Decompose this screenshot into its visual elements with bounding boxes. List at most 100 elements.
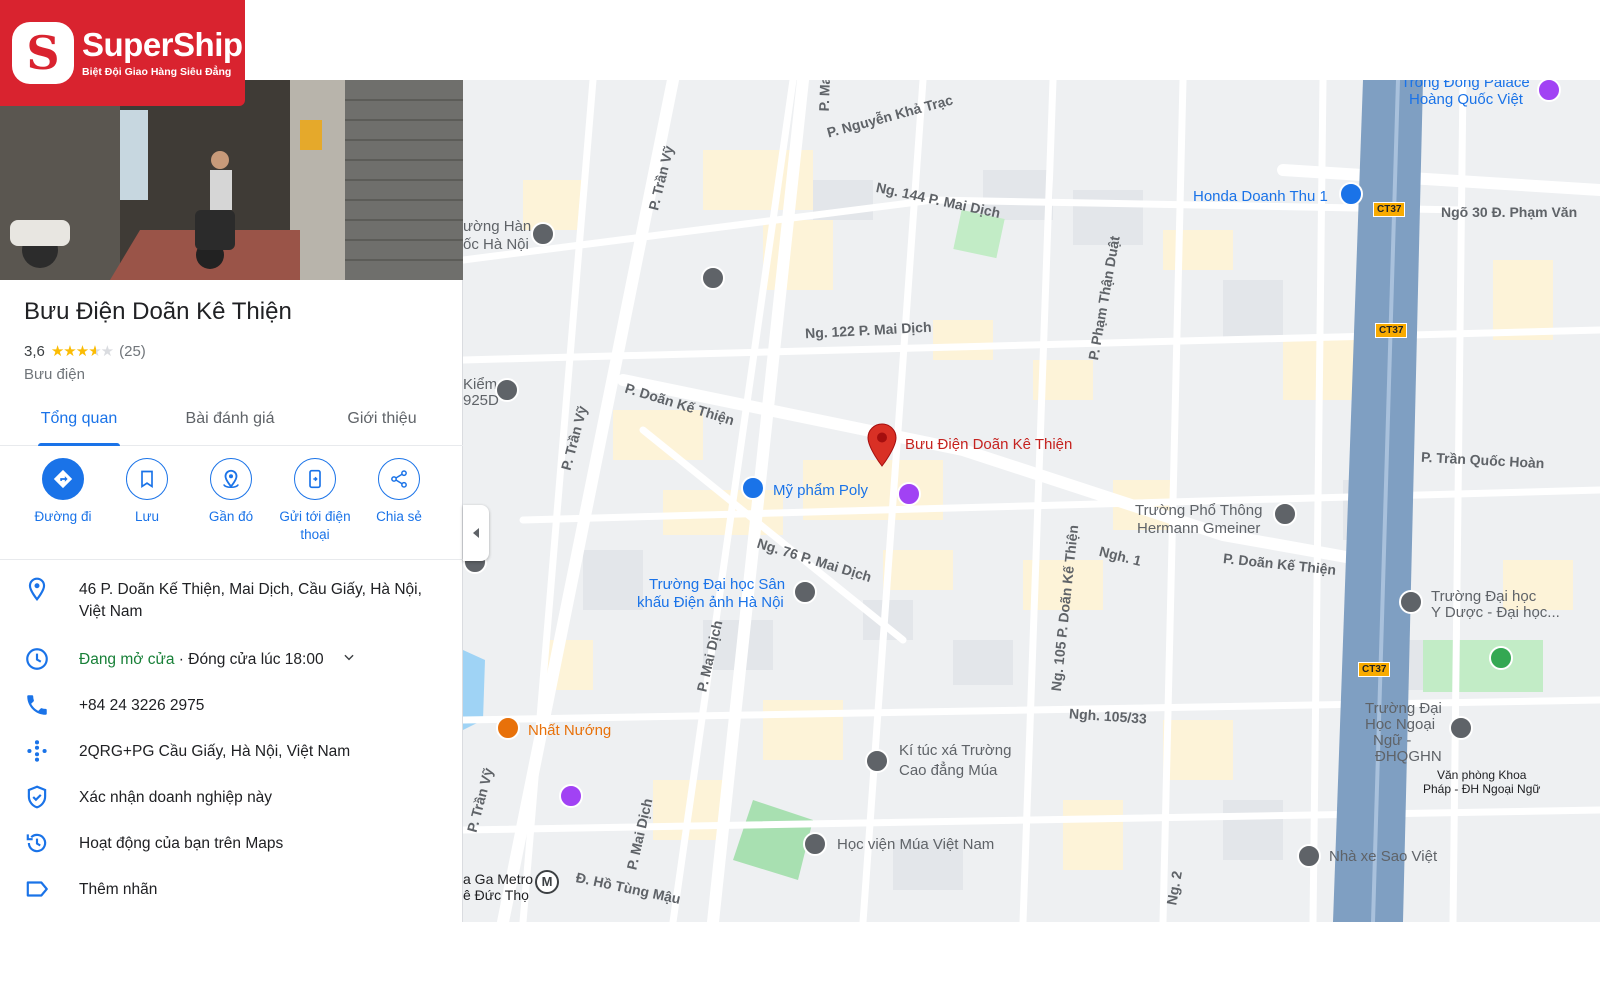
rating-row[interactable]: 3,6 ★★★★★ (25) <box>24 342 146 361</box>
metro-station-icon[interactable]: M <box>535 870 559 894</box>
save-button[interactable]: Lưu <box>105 458 189 526</box>
poi-label[interactable]: ường Hàn <box>463 218 531 236</box>
school-icon[interactable] <box>793 580 817 604</box>
claim-business-text: Xác nhận doanh nghiệp này <box>79 789 273 806</box>
poi-label[interactable]: Học viện Múa Việt Nam <box>837 836 994 854</box>
highway-shield: CT37 <box>1373 202 1406 217</box>
label-icon <box>26 881 48 897</box>
beauty-icon[interactable] <box>897 482 921 506</box>
school-icon[interactable] <box>1449 716 1473 740</box>
address-row[interactable]: 46 P. Doãn Kế Thiện, Mai Dịch, Cầu Giấy,… <box>0 576 463 628</box>
phone-row[interactable]: +84 24 3226 2975 <box>0 692 463 722</box>
tab-overview[interactable]: Tổng quan <box>38 400 120 446</box>
place-title: Bưu Điện Doãn Kê Thiện <box>24 298 292 325</box>
nearby-icon <box>210 458 252 500</box>
close-time: · Đóng cửa lúc 18:00 <box>174 651 324 669</box>
selected-place-pin-icon[interactable] <box>867 423 897 467</box>
service-icon[interactable] <box>495 378 519 402</box>
send-to-phone-button[interactable]: Gửi tới điện thoại <box>273 458 357 544</box>
share-icon <box>378 458 420 500</box>
open-status: Đang mở cửa <box>79 651 175 669</box>
add-label-row[interactable]: Thêm nhãn <box>0 876 463 906</box>
poi-label[interactable]: Cao đẳng Múa <box>899 762 997 780</box>
shopping-bag-icon[interactable] <box>741 476 765 500</box>
chevron-down-icon[interactable] <box>342 649 356 671</box>
shopping-bag-icon[interactable] <box>1339 182 1363 206</box>
history-icon <box>26 833 47 853</box>
selected-place-label[interactable]: Bưu Điện Doãn Kê Thiện <box>905 436 1072 454</box>
claim-business-row[interactable]: Xác nhận doanh nghiệp này <box>0 784 463 814</box>
poi-label[interactable]: Y Dược - Đại học... <box>1431 604 1560 622</box>
poi-label[interactable]: ĐHQGHN <box>1375 748 1442 766</box>
plus-code-text: 2QRG+PG Cầu Giấy, Hà Nội, Việt Nam <box>79 743 351 760</box>
poi-label[interactable]: Mỹ phẩm Poly <box>773 482 868 500</box>
place-panel: Bưu Điện Doãn Kê Thiện 3,6 ★★★★★ (25) Bư… <box>0 80 463 922</box>
poi-label[interactable]: 925D <box>463 392 499 410</box>
school-icon[interactable] <box>1273 502 1297 526</box>
verified-shield-icon <box>27 785 47 809</box>
plus-code-icon <box>27 740 47 762</box>
road-label: Ngõ 30 Đ. Phạm Văn <box>1441 204 1578 220</box>
school-icon[interactable] <box>531 222 555 246</box>
share-button[interactable]: Chia sẻ <box>357 458 441 526</box>
park-icon[interactable] <box>1489 646 1513 670</box>
poi-label[interactable]: ê Đức Thọ <box>463 886 529 904</box>
poi-label[interactable]: Trường Phổ Thông <box>1135 502 1262 520</box>
plus-code-row[interactable]: 2QRG+PG Cầu Giấy, Hà Nội, Việt Nam <box>0 738 463 768</box>
directions-label: Đường đi <box>34 509 92 524</box>
beauty-icon[interactable] <box>559 784 583 808</box>
poi-label[interactable]: Hoàng Quốc Việt <box>1409 91 1523 109</box>
brand-logo: S SuperShip Biệt Đội Giao Hàng Siêu Đẳng <box>0 0 245 106</box>
place-category[interactable]: Bưu điện <box>24 366 85 383</box>
collapse-panel-button[interactable] <box>463 505 489 561</box>
poi-label[interactable]: Nhà xe Sao Việt <box>1329 848 1437 866</box>
school-icon[interactable] <box>701 266 725 290</box>
road-label: P. Ma <box>815 80 833 112</box>
bookmark-icon <box>126 458 168 500</box>
tab-about[interactable]: Giới thiệu <box>340 400 424 446</box>
maps-activity-text: Hoạt động của bạn trên Maps <box>79 835 284 852</box>
poi-label[interactable]: ốc Hà Nội <box>463 236 529 254</box>
nearby-button[interactable]: Gần đó <box>189 458 273 526</box>
chevron-left-icon <box>473 528 479 538</box>
brand-name: SuperShip <box>82 26 243 63</box>
map-canvas[interactable]: P. Nguyễn Khả Trạc Ng. 144 P. Mai Dịch P… <box>463 80 1600 922</box>
add-label-text: Thêm nhãn <box>79 881 158 898</box>
maps-activity-row[interactable]: Hoạt động của bạn trên Maps <box>0 830 463 860</box>
nearby-label: Gần đó <box>208 509 254 524</box>
hours-text: Đang mở cửa · Đóng cửa lúc 18:00 <box>79 649 439 671</box>
poi-label[interactable]: khấu Điện ảnh Hà Nội <box>637 594 784 612</box>
rating-stars-icon: ★★★★★ <box>50 343 114 360</box>
poi-label[interactable]: Nhất Nướng <box>528 722 611 740</box>
parking-icon[interactable] <box>1297 844 1321 868</box>
highway-shield: CT37 <box>1358 662 1391 677</box>
school-icon[interactable] <box>803 832 827 856</box>
share-label: Chia sẻ <box>376 509 422 524</box>
poi-label[interactable]: Kí túc xá Trường <box>899 742 1011 760</box>
tab-reviews[interactable]: Bài đánh giá <box>180 400 280 446</box>
directions-icon <box>42 458 84 500</box>
dormitory-icon[interactable] <box>865 749 889 773</box>
phone-icon <box>27 695 47 715</box>
location-pin-icon <box>28 577 46 601</box>
poi-label[interactable]: Hermann Gmeiner <box>1137 520 1260 538</box>
save-label: Lưu <box>134 509 160 524</box>
address-text: 46 P. Doãn Kế Thiện, Mai Dịch, Cầu Giấy,… <box>79 581 422 620</box>
highway-shield: CT37 <box>1375 323 1408 338</box>
poi-label[interactable]: Honda Doanh Thu 1 <box>1193 188 1328 206</box>
school-icon[interactable] <box>1399 590 1423 614</box>
review-count[interactable]: (25) <box>119 343 146 360</box>
hours-row[interactable]: Đang mở cửa · Đóng cửa lúc 18:00 <box>0 646 463 676</box>
send-to-phone-icon <box>294 458 336 500</box>
action-bar: Đường đi Lưu Gần đó Gửi tới điện thoại C… <box>0 458 463 560</box>
brand-mark-icon: S <box>12 22 74 84</box>
send-to-phone-label: Gửi tới điện thoại <box>279 509 351 542</box>
poi-label[interactable]: Trường Đại học Sân <box>649 576 785 594</box>
place-tabs: Tổng quan Bài đánh giá Giới thiệu <box>0 400 463 446</box>
poi-label[interactable]: Pháp - ĐH Ngoại Ngữ <box>1423 780 1540 798</box>
place-photo[interactable] <box>0 80 463 280</box>
directions-button[interactable]: Đường đi <box>21 458 105 526</box>
restaurant-icon[interactable] <box>496 716 520 740</box>
rating-value: 3,6 <box>24 342 45 360</box>
brand-tagline: Biệt Đội Giao Hàng Siêu Đẳng <box>82 66 232 78</box>
